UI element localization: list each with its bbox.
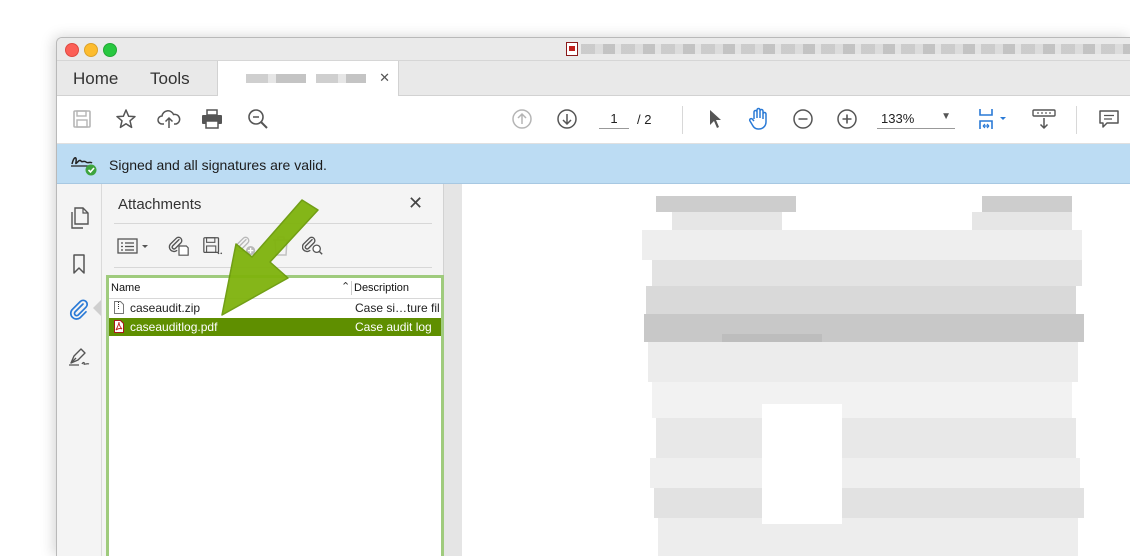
- add-attachment-icon[interactable]: [235, 235, 257, 257]
- list-item[interactable]: caseaudit.zip Case si…ture fil: [109, 299, 441, 317]
- pdf-file-icon: [114, 320, 124, 333]
- star-icon[interactable]: [114, 107, 138, 131]
- attachment-description: Case audit log: [355, 320, 432, 334]
- minimize-window-button[interactable]: [84, 43, 98, 57]
- navigation-rail: [57, 184, 102, 556]
- zoom-level-select[interactable]: 133% ▼: [877, 109, 955, 129]
- signature-status-message: Signed and all signatures are valid.: [109, 157, 327, 173]
- options-menu-icon[interactable]: [116, 235, 152, 257]
- upload-cloud-icon[interactable]: [157, 107, 181, 131]
- toolbar-divider: [1076, 106, 1077, 134]
- file-icon: [114, 301, 124, 314]
- zoom-in-icon[interactable]: [835, 107, 859, 131]
- pages-icon[interactable]: [67, 206, 91, 230]
- close-window-button[interactable]: [65, 43, 79, 57]
- comment-icon[interactable]: [1097, 107, 1121, 131]
- column-header-name[interactable]: Name: [111, 282, 140, 294]
- acrobat-window: Home Tools ✕ / 2: [56, 37, 1130, 556]
- signature-pen-icon[interactable]: [67, 344, 91, 368]
- tab-bar: Home Tools ✕: [57, 61, 1130, 96]
- panel-divider: [114, 223, 432, 224]
- search-attachment-icon[interactable]: [302, 235, 324, 257]
- zoom-level-value: 133%: [881, 111, 915, 126]
- keyboard-icon[interactable]: [1031, 107, 1057, 131]
- panel-divider: [114, 267, 432, 268]
- document-tab-title-redacted: [246, 74, 366, 83]
- column-separator[interactable]: [351, 281, 352, 295]
- document-page-redacted: [462, 184, 1130, 556]
- hand-icon[interactable]: [747, 107, 771, 131]
- save-icon[interactable]: [70, 107, 94, 131]
- tab-document[interactable]: ✕: [217, 61, 399, 96]
- page-number-input[interactable]: [599, 109, 629, 129]
- toolbar-divider: [682, 106, 683, 134]
- pdf-document-icon: [566, 42, 578, 56]
- main-toolbar: / 2 133% ▼: [57, 96, 1130, 144]
- bookmark-icon[interactable]: [67, 252, 91, 276]
- delete-attachment-icon[interactable]: [270, 235, 292, 257]
- page-up-icon[interactable]: [510, 107, 534, 131]
- signature-valid-icon: [70, 152, 100, 181]
- zoom-out-icon[interactable]: [791, 107, 815, 131]
- zoom-window-button[interactable]: [103, 43, 117, 57]
- list-item-selected[interactable]: caseauditlog.pdf Case audit log: [109, 318, 441, 336]
- attachments-list: Name ⌃ Description caseaudit.zip Case si…: [106, 275, 444, 556]
- panel-title: Attachments: [118, 196, 202, 213]
- document-view[interactable]: [444, 184, 1130, 556]
- attachments-panel: Attachments ✕ Name ⌃ Description caseaud…: [102, 184, 444, 556]
- sort-ascending-icon: ⌃: [341, 281, 351, 293]
- window-title-redacted: [581, 44, 1130, 54]
- attachment-description: Case si…ture fil: [355, 301, 439, 315]
- close-tab-icon[interactable]: ✕: [379, 70, 390, 86]
- column-header-description[interactable]: Description: [354, 282, 409, 294]
- attachment-name: caseaudit.zip: [130, 301, 201, 315]
- tab-home[interactable]: Home: [73, 69, 118, 89]
- fit-page-icon[interactable]: [975, 107, 1011, 131]
- print-icon[interactable]: [200, 107, 224, 131]
- attachment-name: caseauditlog.pdf: [130, 320, 218, 334]
- title-bar: [57, 38, 1130, 61]
- page-total-label: / 2: [637, 112, 652, 127]
- tab-tools[interactable]: Tools: [150, 69, 190, 89]
- search-zoom-icon[interactable]: [246, 107, 270, 131]
- open-attachment-icon[interactable]: [168, 235, 190, 257]
- select-cursor-icon[interactable]: [703, 107, 727, 131]
- signature-status-bar: Signed and all signatures are valid.: [57, 144, 1130, 184]
- page-down-icon[interactable]: [555, 107, 579, 131]
- list-header: Name ⌃ Description: [109, 278, 441, 299]
- attachment-icon[interactable]: [67, 297, 91, 321]
- save-attachment-icon[interactable]: [202, 235, 224, 257]
- close-icon[interactable]: ✕: [408, 193, 423, 214]
- chevron-down-icon: ▼: [941, 111, 951, 122]
- active-panel-indicator: [93, 300, 101, 316]
